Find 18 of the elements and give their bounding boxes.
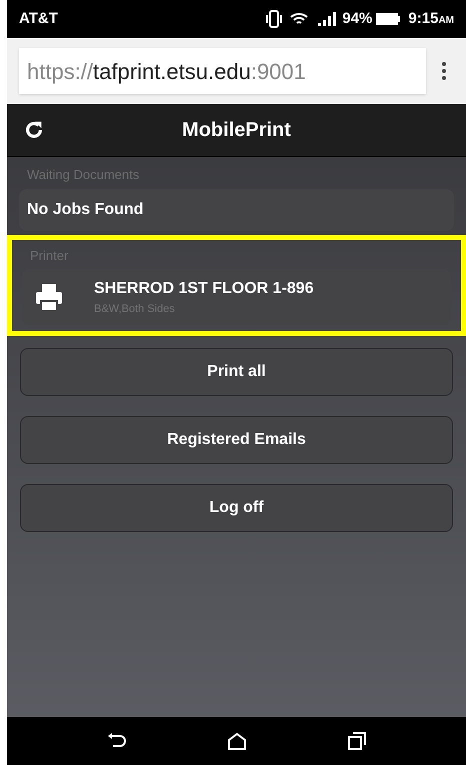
header-title: MobilePrint [181,118,292,143]
jobs-status: No Jobs Found [27,200,144,220]
home-icon[interactable] [227,732,248,750]
printer-name: SHERROD 1ST FLOOR 1-896 [94,278,314,299]
printer-icon [34,282,64,312]
carrier-text: AT&T [19,8,58,29]
clock-text: 9:15AM [408,8,454,29]
battery-icon [376,13,400,25]
address-field[interactable]: https://tafprint.etsu.edu:9001 [19,48,426,94]
action-button[interactable]: Print all [20,348,453,396]
back-icon[interactable] [107,733,128,749]
refresh-icon[interactable] [23,119,45,141]
action-button[interactable]: Log off [20,484,453,532]
recents-icon[interactable] [348,732,366,750]
action-button[interactable]: Registered Emails [20,416,453,464]
signal-icon [316,11,338,27]
vibrate-icon [266,10,282,28]
battery-percent: 94% [342,8,372,29]
